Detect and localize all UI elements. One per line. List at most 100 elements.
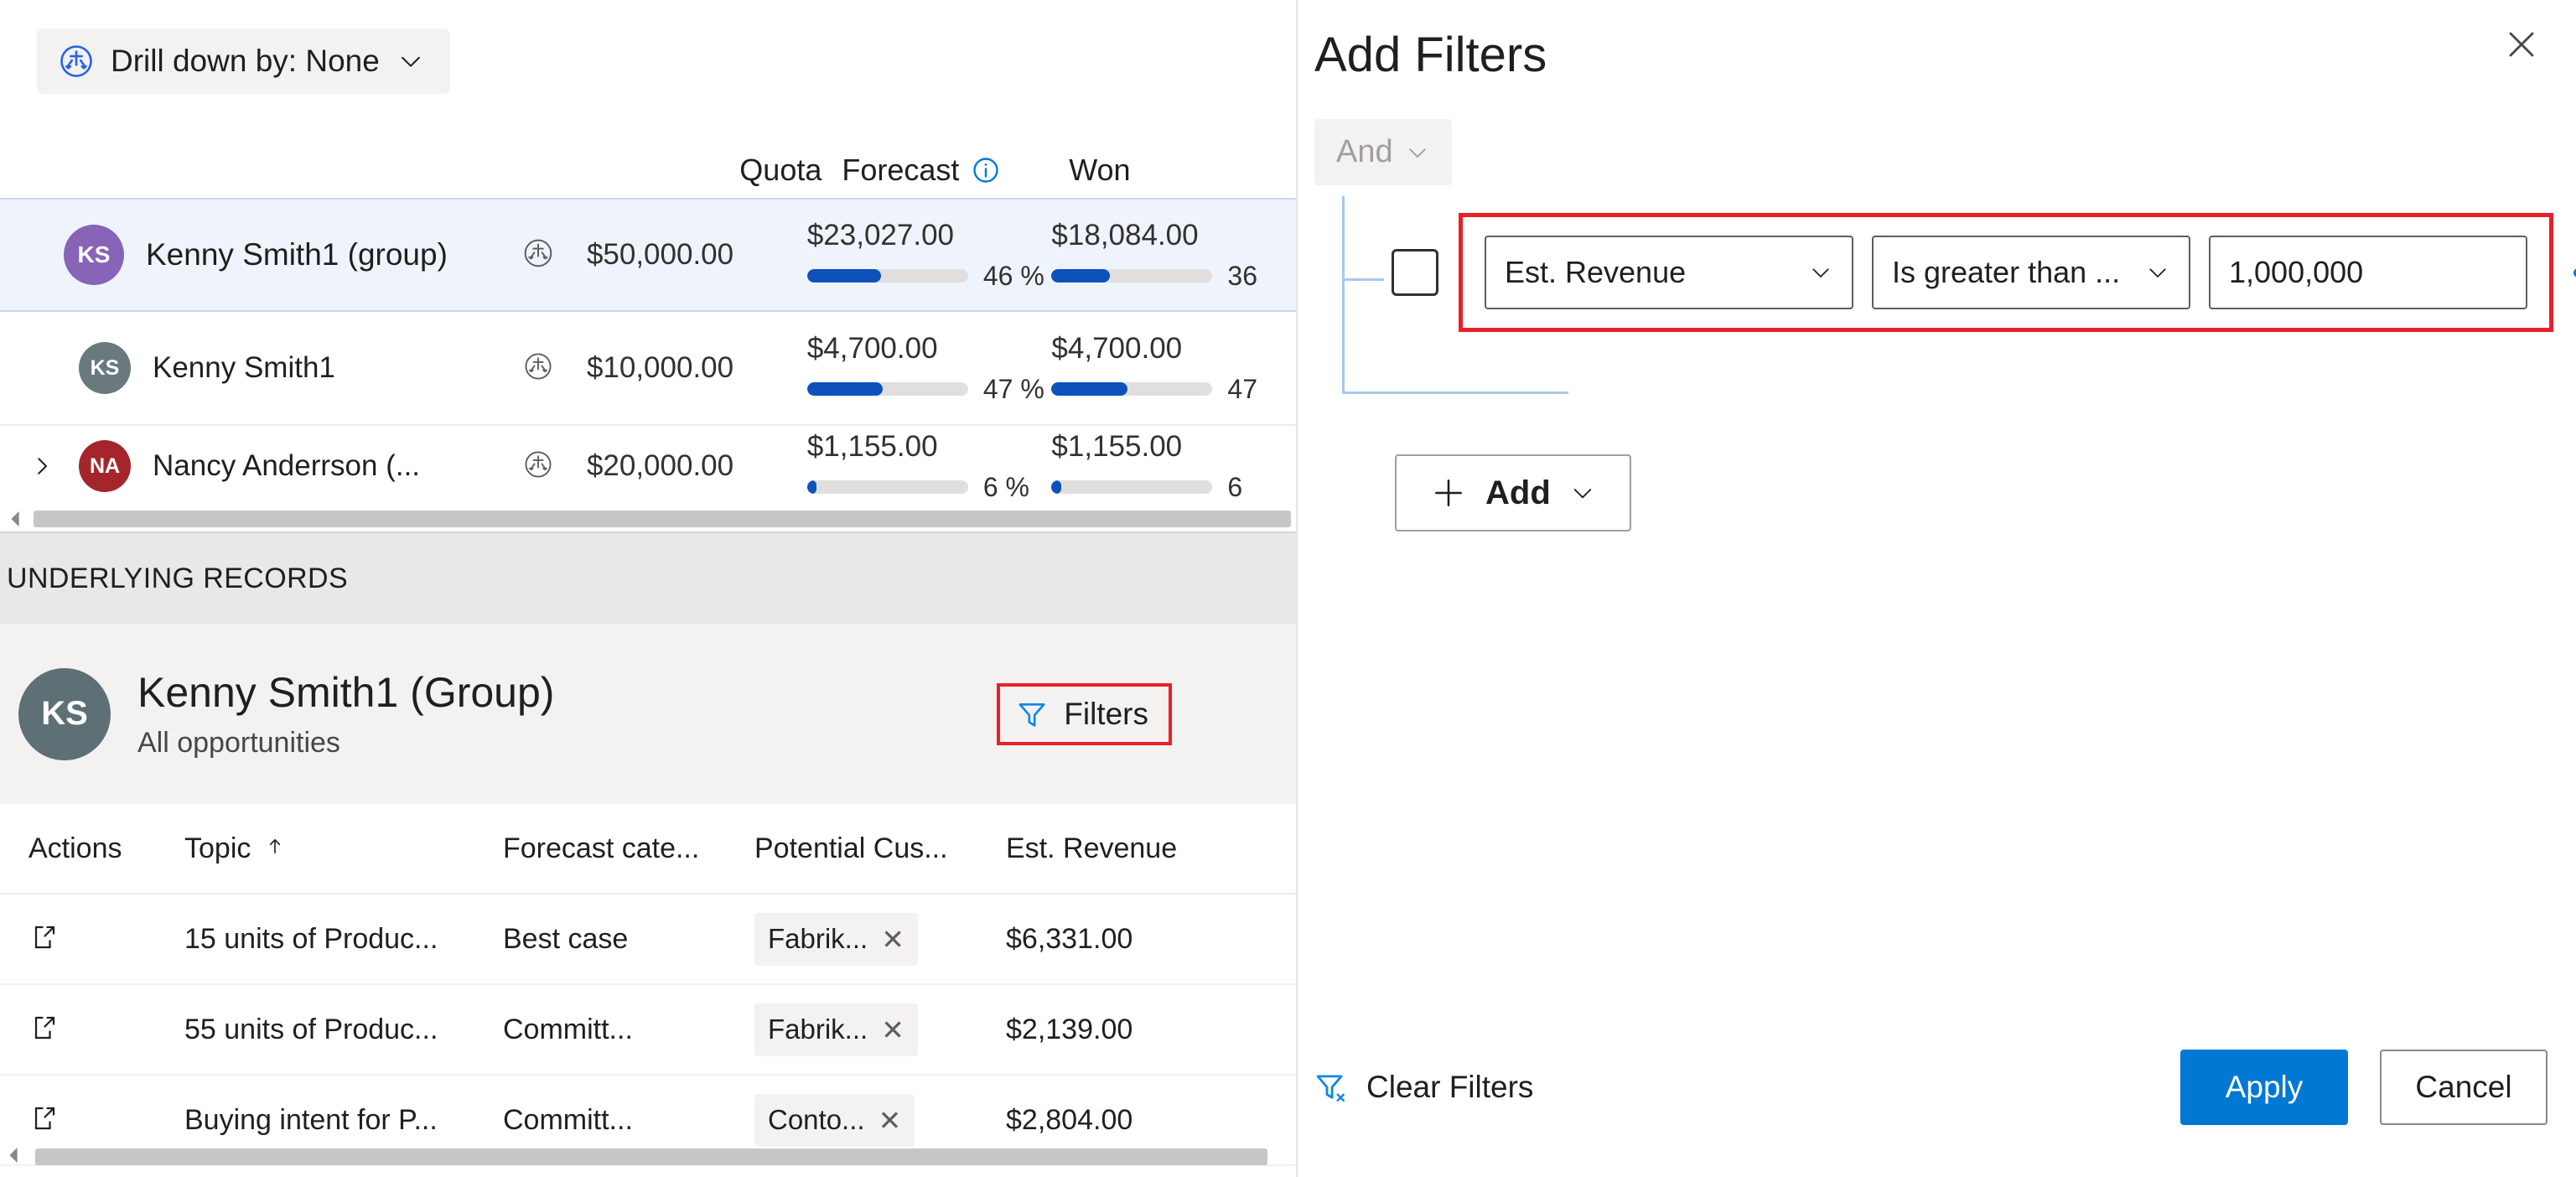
- remove-tag-icon[interactable]: ✕: [881, 923, 904, 956]
- sort-ascending-icon: [263, 834, 287, 862]
- drill-down-icon: [522, 449, 554, 485]
- forecast-percent: 47 %: [982, 373, 1044, 404]
- add-filters-header: Add Filters: [1298, 0, 2576, 101]
- filters-button[interactable]: Filters: [997, 682, 1172, 745]
- apply-button-label: Apply: [2225, 1070, 2304, 1104]
- table-row[interactable]: NA Nancy Anderrson (... $20,000.00 $1,15…: [0, 426, 1296, 506]
- forecast-row-forecast-cell: $23,027.00 46 %: [806, 219, 1052, 292]
- row-expander-icon[interactable]: [20, 454, 64, 479]
- record-est-revenue: $6,331.00: [1006, 922, 1133, 955]
- filter-value-input[interactable]: 1,000,000: [2209, 236, 2527, 309]
- scroll-left-arrow-icon[interactable]: [5, 1146, 23, 1169]
- add-filter-label: Add: [1485, 474, 1551, 511]
- remove-tag-icon[interactable]: ✕: [879, 1104, 902, 1137]
- avatar: NA: [79, 440, 131, 492]
- won-value: $18,084.00: [1051, 218, 1199, 251]
- column-header-est-revenue-label: Est. Revenue: [1006, 832, 1178, 864]
- open-record-icon[interactable]: [0, 922, 168, 957]
- potential-customer-tag[interactable]: Conto... ✕: [754, 1093, 915, 1147]
- filter-row: Est. Revenue Is greater than ... 1,000,0…: [1392, 213, 2576, 332]
- apply-button[interactable]: Apply: [2180, 1050, 2348, 1125]
- forecast-row-quota: $50,000.00: [586, 238, 734, 271]
- potential-customer-label: Conto...: [768, 1104, 865, 1135]
- filter-field-dropdown[interactable]: Est. Revenue: [1485, 236, 1853, 309]
- record-forecast-category: Best case: [503, 922, 629, 955]
- potential-customer-tag[interactable]: Fabrik... ✕: [754, 1003, 918, 1056]
- app-root: Drill down by: None Quota Forecast Won K…: [0, 0, 2576, 1177]
- tree-connector-horizontal-add: [1342, 391, 1568, 394]
- column-header-quota-label: Quota: [739, 153, 822, 187]
- chevron-down-icon: [1405, 140, 1430, 165]
- scroll-left-arrow-icon[interactable]: [5, 510, 27, 528]
- forecast-progress-bar: [806, 480, 968, 494]
- chevron-down-icon: [2145, 260, 2170, 285]
- won-value: $4,700.00: [1051, 331, 1183, 365]
- avatar: KS: [79, 342, 131, 394]
- potential-customer-label: Fabrik...: [768, 1014, 868, 1045]
- avatar: KS: [18, 667, 111, 760]
- chevron-down-icon: [397, 47, 425, 75]
- info-icon[interactable]: [971, 155, 1001, 185]
- column-header-forecast-category[interactable]: Forecast cate...: [503, 832, 754, 865]
- row-drill-down-icon-cell[interactable]: [489, 236, 587, 274]
- page-subtitle: All opportunities: [137, 727, 340, 759]
- avatar-initials: KS: [90, 355, 120, 380]
- won-progress-bar: [1051, 382, 1213, 396]
- filter-row-checkbox[interactable]: [1392, 249, 1438, 296]
- tree-connector-vertical: [1342, 196, 1345, 393]
- forecast-value: $1,155.00: [806, 429, 938, 463]
- forecast-grid-horizontal-scrollbar[interactable]: [0, 506, 1296, 531]
- scrollbar-thumb[interactable]: [34, 511, 1291, 527]
- table-row[interactable]: 55 units of Produc... Committ... Fabrik.…: [0, 985, 1296, 1076]
- filter-field-value: Est. Revenue: [1505, 255, 1687, 289]
- row-drill-down-icon-cell[interactable]: [489, 449, 587, 485]
- open-record-icon[interactable]: [0, 1013, 168, 1047]
- potential-customer-label: Fabrik...: [768, 923, 868, 954]
- add-filters-footer: Clear Filters Apply Cancel: [1298, 1050, 2576, 1125]
- won-value: $1,155.00: [1051, 429, 1183, 463]
- drilldown-by-button[interactable]: Drill down by: None: [37, 29, 450, 94]
- column-header-won[interactable]: Won: [1069, 153, 1296, 188]
- record-topic: 55 units of Produc...: [184, 1013, 438, 1045]
- drill-down-icon: [59, 44, 94, 79]
- forecast-row-won-cell: $1,155.00 6: [1051, 430, 1296, 503]
- column-header-forecast-category-label: Forecast cate...: [503, 832, 700, 864]
- forecast-progress-bar: [806, 382, 968, 396]
- column-header-forecast[interactable]: Forecast: [842, 153, 1069, 188]
- column-header-potential-customer[interactable]: Potential Cus...: [754, 832, 1006, 865]
- records-grid: Actions Topic Forecast cate... Potential…: [0, 804, 1296, 1166]
- drill-down-icon: [521, 236, 555, 274]
- table-row[interactable]: KS Kenny Smith1 $10,000.00 $4,700.00 47 …: [0, 312, 1296, 426]
- column-header-est-revenue[interactable]: Est. Revenue: [1006, 832, 1274, 865]
- column-header-won-label: Won: [1069, 153, 1131, 187]
- column-header-topic[interactable]: Topic: [168, 832, 503, 865]
- avatar-initials: KS: [77, 241, 111, 267]
- forecast-row-name-cell: KS Kenny Smith1 (group): [0, 225, 489, 285]
- logic-operator-dropdown[interactable]: And: [1314, 119, 1452, 185]
- forecast-row-name: Nancy Anderrson (...: [153, 449, 421, 482]
- forecast-row-name-cell: KS Kenny Smith1: [0, 342, 489, 394]
- forecast-row-quota: $10,000.00: [586, 351, 734, 384]
- remove-tag-icon[interactable]: ✕: [881, 1014, 904, 1046]
- forecast-percent: 6 %: [982, 471, 1029, 502]
- table-row[interactable]: KS Kenny Smith1 (group) $50,000.00 $23,0…: [0, 198, 1296, 312]
- column-header-potential-customer-label: Potential Cus...: [754, 832, 948, 864]
- avatar-initials: KS: [41, 695, 88, 732]
- filters-button-label: Filters: [1064, 696, 1148, 731]
- won-percent: 36: [1227, 260, 1258, 291]
- filter-operator-dropdown[interactable]: Is greater than ...: [1872, 236, 2190, 309]
- table-row[interactable]: 15 units of Produc... Best case Fabrik..…: [0, 894, 1296, 985]
- column-header-actions[interactable]: Actions: [0, 832, 168, 865]
- page-title: Add Filters: [1314, 28, 1547, 82]
- column-header-quota[interactable]: Quota: [545, 153, 842, 188]
- chevron-down-icon: [1569, 480, 1596, 506]
- records-grid-horizontal-scrollbar[interactable]: [0, 1145, 1296, 1169]
- cancel-button[interactable]: Cancel: [2380, 1050, 2547, 1125]
- scrollbar-thumb[interactable]: [35, 1148, 1267, 1165]
- open-record-icon[interactable]: [0, 1103, 168, 1138]
- clear-filters-button[interactable]: Clear Filters: [1313, 1070, 1533, 1105]
- close-icon[interactable]: [2492, 15, 2551, 74]
- row-drill-down-icon-cell[interactable]: [489, 350, 587, 386]
- potential-customer-tag[interactable]: Fabrik... ✕: [754, 912, 918, 966]
- add-filter-button[interactable]: Add: [1395, 454, 1631, 531]
